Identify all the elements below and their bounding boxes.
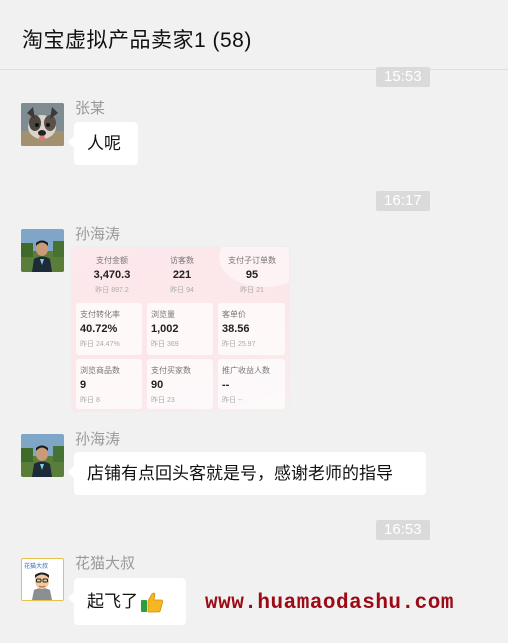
person-avatar-icon [21, 229, 64, 272]
dog-avatar-icon [21, 103, 64, 146]
sender-name: 张某 [75, 100, 106, 117]
stat-tile: 支付转化率 40.72% 昨日 24.47% [80, 310, 120, 348]
stat-tile: 支付买家数 90 昨日 23 [151, 366, 191, 404]
message-text: 店铺有点回头客就是号，感谢老师的指导 [87, 463, 393, 483]
timestamp: 16:53 [376, 520, 430, 540]
stat-tile: 浏览商品数 9 昨日 8 [80, 366, 120, 404]
message-text: 人呢 [87, 133, 121, 153]
message-bubble[interactable]: 起飞了 [68, 578, 186, 625]
avatar-huamaodashu[interactable]: 花猫大叔 [21, 558, 64, 601]
watermark: www.huamaodashu.com [205, 592, 454, 615]
person-avatar-icon [21, 434, 64, 477]
thumbs-up-icon [141, 592, 163, 612]
avatar-sunhaitao[interactable] [21, 434, 64, 477]
stat-tile: 客单价 38.56 昨日 25.97 [222, 310, 256, 348]
timestamp: 16:17 [376, 191, 430, 211]
stat-top: 支付金额 3,470.3 昨日 897.2 [93, 256, 131, 294]
stat-tile: 浏览量 1,002 昨日 369 [151, 310, 179, 348]
message-text: 起飞了 [87, 591, 138, 611]
message-bubble[interactable]: 店铺有点回头客就是号，感谢老师的指导 [68, 452, 426, 495]
sender-name: 孙海涛 [75, 431, 121, 448]
chat-header: 淘宝虚拟产品卖家1 (58) [0, 0, 508, 70]
stat-tile: 推广收益人数 -- 昨日 -- [222, 366, 270, 404]
message-bubble[interactable]: 人呢 [68, 122, 138, 165]
avatar-zhangmou[interactable] [21, 103, 64, 146]
cartoon-man-icon [32, 572, 52, 600]
chat-title[interactable]: 淘宝虚拟产品卖家1 (58) [22, 24, 252, 54]
sender-name: 孙海涛 [75, 226, 121, 243]
stat-top: 支付子订单数 95 昨日 21 [228, 256, 276, 294]
timestamp: 15:53 [376, 67, 430, 87]
sender-name: 花猫大叔 [75, 555, 136, 572]
shop-stats-image[interactable]: 支付金额 3,470.3 昨日 897.2 访客数 221 昨日 94 支付子订… [71, 246, 290, 412]
stat-top: 访客数 221 昨日 94 [170, 256, 194, 294]
avatar-sunhaitao[interactable] [21, 229, 64, 272]
